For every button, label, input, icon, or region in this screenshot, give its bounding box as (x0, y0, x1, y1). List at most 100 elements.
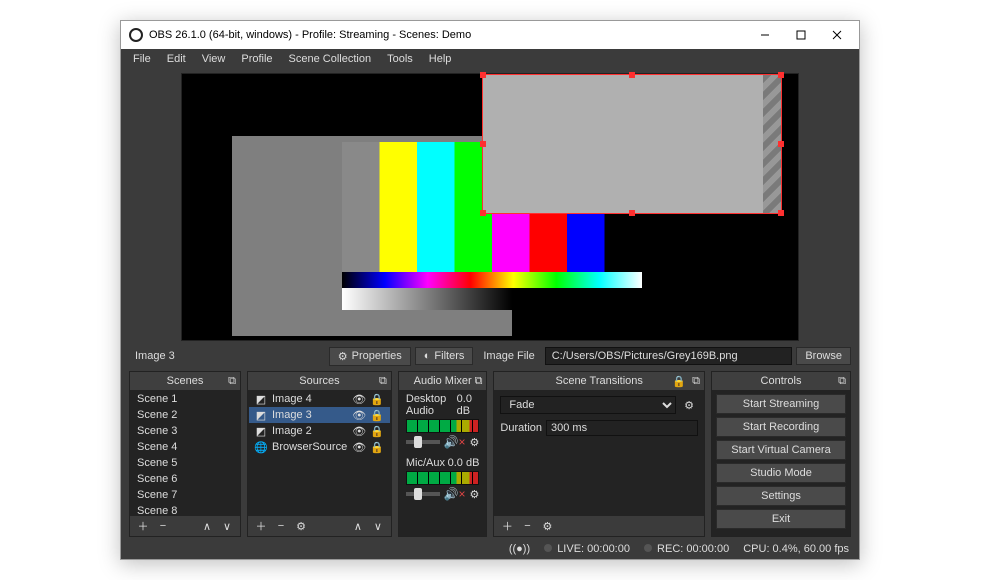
scene-item[interactable]: Scene 6 (131, 471, 239, 487)
source-label: Image 2 (272, 425, 312, 437)
scene-item[interactable]: Scene 5 (131, 455, 239, 471)
minimize-button[interactable] (747, 22, 783, 48)
menu-help[interactable]: Help (421, 51, 460, 67)
source-item[interactable]: ◩Image 3👁🔒 (249, 407, 390, 423)
browse-button[interactable]: Browse (796, 347, 851, 365)
controls-dock: Controls ⧉ Start StreamingStart Recordin… (711, 371, 851, 537)
remove-transition-button[interactable]: − (518, 518, 536, 534)
scene-item[interactable]: Scene 1 (131, 391, 239, 407)
popout-icon[interactable]: ⧉ (838, 375, 846, 388)
duration-input[interactable] (546, 420, 698, 436)
resize-handle-s[interactable] (629, 210, 635, 216)
scene-down-button[interactable]: ∨ (218, 518, 236, 534)
control-button-start-streaming[interactable]: Start Streaming (716, 394, 846, 414)
slider-thumb[interactable] (414, 436, 422, 448)
preview-area[interactable] (181, 73, 799, 341)
source-item[interactable]: 🌐BrowserSource👁🔒 (249, 439, 390, 455)
audio-meter (406, 471, 480, 485)
transition-properties-button[interactable]: ⚙ (538, 518, 556, 534)
scene-item[interactable]: Scene 7 (131, 487, 239, 503)
eye-icon[interactable]: 👁 (352, 393, 366, 406)
scene-item[interactable]: Scene 2 (131, 407, 239, 423)
menu-view[interactable]: View (194, 51, 234, 67)
lock-icon[interactable]: 🔒 (370, 425, 384, 438)
add-source-button[interactable]: ＋ (252, 518, 270, 534)
filters-button[interactable]: ◐ Filters (415, 347, 474, 365)
resize-handle-se[interactable] (778, 210, 784, 216)
source-up-button[interactable]: ∧ (349, 518, 367, 534)
transitions-toolbar: ＋ − ⚙ (494, 516, 704, 536)
menu-edit[interactable]: Edit (159, 51, 194, 67)
mixer-title: Audio Mixer (414, 375, 472, 387)
mixer-channel: Mic/Aux0.0 dB🔊×⚙ (400, 455, 486, 507)
source-properties-button[interactable]: ⚙ (292, 518, 310, 534)
mute-icon[interactable]: 🔊× (444, 487, 466, 501)
rec-time: 00:00:00 (686, 543, 729, 555)
popout-icon[interactable]: ⧉ (379, 375, 387, 388)
volume-slider[interactable] (406, 440, 440, 444)
control-button-settings[interactable]: Settings (716, 486, 846, 506)
live-status: LIVE: 00:00:00 (544, 543, 630, 555)
transitions-title: Scene Transitions (555, 375, 642, 387)
remove-source-button[interactable]: − (272, 518, 290, 534)
preview-selection-box[interactable] (482, 74, 782, 214)
dock-row: Scenes ⧉ Scene 1Scene 2Scene 3Scene 4Sce… (129, 371, 851, 537)
audio-meter (406, 419, 480, 433)
add-scene-button[interactable]: ＋ (134, 518, 152, 534)
resize-handle-w[interactable] (480, 141, 486, 147)
image-icon: ◩ (255, 393, 267, 405)
scenes-list[interactable]: Scene 1Scene 2Scene 3Scene 4Scene 5Scene… (130, 390, 240, 516)
gear-icon[interactable]: ⚙ (470, 488, 480, 501)
menu-profile[interactable]: Profile (233, 51, 280, 67)
lock-icon[interactable]: 🔒 (370, 393, 384, 406)
control-button-exit[interactable]: Exit (716, 509, 846, 529)
control-button-start-recording[interactable]: Start Recording (716, 417, 846, 437)
source-item[interactable]: ◩Image 4👁🔒 (249, 391, 390, 407)
eye-icon[interactable]: 👁 (352, 441, 366, 454)
source-item[interactable]: ◩Image 2👁🔒 (249, 423, 390, 439)
image-file-label: Image File (477, 350, 540, 362)
add-transition-button[interactable]: ＋ (498, 518, 516, 534)
popout-icon[interactable]: ⧉ (475, 375, 483, 388)
popout-icon[interactable]: ⧉ (228, 375, 236, 388)
image-file-input[interactable] (545, 347, 793, 365)
source-down-button[interactable]: ∨ (369, 518, 387, 534)
scene-up-button[interactable]: ∧ (198, 518, 216, 534)
context-bar: Image 3 ⚙ Properties ◐ Filters Image Fil… (129, 345, 851, 367)
properties-button[interactable]: ⚙ Properties (329, 347, 411, 366)
close-button[interactable] (819, 22, 855, 48)
eye-icon[interactable]: 👁 (352, 409, 366, 422)
popout-icon[interactable]: ⧉ (692, 375, 700, 388)
volume-slider[interactable] (406, 492, 440, 496)
browse-label: Browse (805, 350, 842, 362)
slider-thumb[interactable] (414, 488, 422, 500)
maximize-button[interactable] (783, 22, 819, 48)
resize-handle-sw[interactable] (480, 210, 486, 216)
control-button-start-virtual-camera[interactable]: Start Virtual Camera (716, 440, 846, 460)
transition-type-select[interactable]: Fade (500, 396, 676, 414)
scene-item[interactable]: Scene 4 (131, 439, 239, 455)
mixer-body: Desktop Audio0.0 dB🔊×⚙Mic/Aux0.0 dB🔊×⚙ (399, 390, 487, 536)
menu-file[interactable]: File (125, 51, 159, 67)
lock-icon[interactable]: 🔒 (370, 409, 384, 422)
control-button-studio-mode[interactable]: Studio Mode (716, 463, 846, 483)
menu-scene-collection[interactable]: Scene Collection (281, 51, 380, 67)
channel-name: Mic/Aux (406, 457, 445, 469)
mute-icon[interactable]: 🔊× (444, 435, 466, 449)
scene-item[interactable]: Scene 3 (131, 423, 239, 439)
sources-list[interactable]: ◩Image 4👁🔒◩Image 3👁🔒◩Image 2👁🔒🌐BrowserSo… (248, 390, 391, 516)
resize-handle-e[interactable] (778, 141, 784, 147)
eye-icon[interactable]: 👁 (352, 425, 366, 438)
scene-item[interactable]: Scene 8 (131, 503, 239, 516)
resize-handle-nw[interactable] (480, 72, 486, 78)
image-icon: ◩ (255, 409, 267, 421)
transition-settings-button[interactable]: ⚙ (680, 397, 698, 413)
resize-handle-ne[interactable] (778, 72, 784, 78)
gear-icon[interactable]: ⚙ (470, 436, 480, 449)
sources-dock: Sources ⧉ ◩Image 4👁🔒◩Image 3👁🔒◩Image 2👁🔒… (247, 371, 392, 537)
resize-handle-n[interactable] (629, 72, 635, 78)
lock-icon[interactable]: 🔒 (370, 441, 384, 454)
remove-scene-button[interactable]: − (154, 518, 172, 534)
menu-tools[interactable]: Tools (379, 51, 421, 67)
lock-icon[interactable]: 🔒 (672, 375, 686, 388)
